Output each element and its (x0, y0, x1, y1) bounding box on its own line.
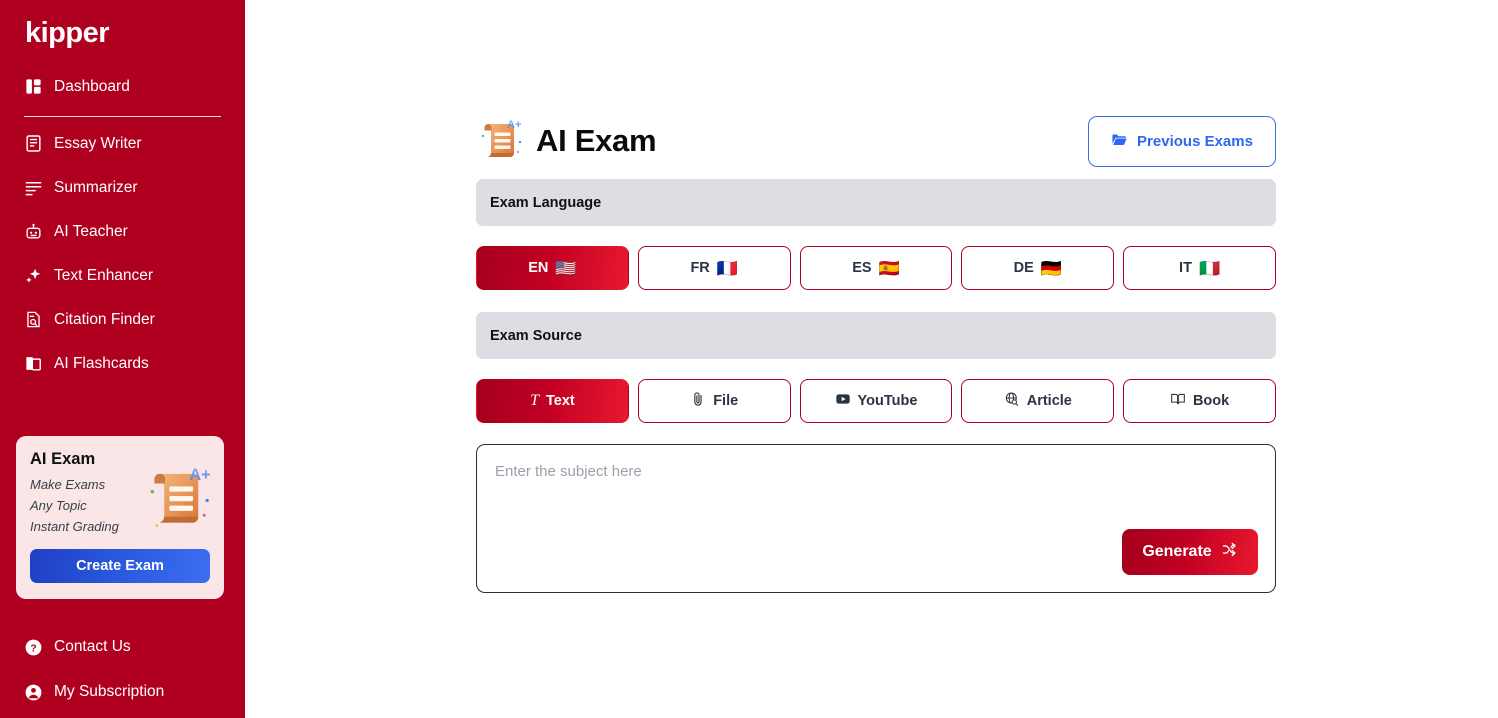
robot-icon (24, 222, 43, 241)
source-label: Book (1192, 393, 1230, 409)
sidebar-item-label: My Subscription (54, 683, 165, 700)
flag-de-icon: 🇩🇪 (1040, 258, 1062, 278)
promo-card-ai-exam[interactable]: AI Exam Make Exams Any Topic Instant Gra… (16, 436, 224, 600)
book-open-icon (1170, 391, 1186, 411)
sidebar-item-ai-flashcards[interactable]: AI Flashcards (24, 349, 221, 379)
sidebar-item-my-subscription[interactable]: My Subscription (24, 677, 224, 707)
brand-logo[interactable]: kipper (24, 0, 221, 50)
sidebar-item-label: AI Flashcards (54, 354, 149, 372)
source-option-text[interactable]: T Text (476, 379, 629, 423)
sidebar-item-label: AI Teacher (54, 222, 128, 240)
source-label: YouTube (857, 393, 918, 409)
language-option-es[interactable]: ES 🇪🇸 (799, 246, 953, 290)
source-option-article[interactable]: Article (961, 379, 1115, 423)
sidebar-item-label: Essay Writer (54, 134, 142, 152)
create-exam-button[interactable]: Create Exam (30, 549, 210, 584)
layout-dashboard-icon (24, 77, 43, 96)
document-text-icon (24, 134, 43, 153)
globe-search-icon (1004, 391, 1020, 411)
sidebar-item-citation-finder[interactable]: Citation Finder (24, 305, 221, 335)
youtube-icon (835, 391, 851, 411)
generate-label: Generate (1142, 543, 1212, 560)
shuffle-icon (1221, 541, 1238, 563)
svg-text:A+: A+ (507, 119, 521, 131)
language-option-de[interactable]: DE 🇩🇪 (961, 246, 1115, 290)
language-code: EN (528, 260, 549, 276)
source-label: Text (545, 393, 575, 409)
sidebar-item-text-enhancer[interactable]: Text Enhancer (24, 261, 221, 291)
sidebar-item-label: Text Enhancer (54, 266, 154, 284)
generate-button[interactable]: Generate (1122, 529, 1258, 575)
sidebar-item-summarizer[interactable]: Summarizer (24, 173, 221, 203)
main-content: A+ AI Exam Previous Exams Exam Language (245, 0, 1498, 718)
question-circle-icon: ? (24, 638, 43, 657)
document-search-icon (24, 310, 43, 329)
exam-source-options: T Text File YouTube Article Book (476, 379, 1276, 423)
sidebar-item-ai-teacher[interactable]: AI Teacher (24, 217, 221, 247)
sidebar-item-essay-writer[interactable]: Essay Writer (24, 129, 221, 159)
italic-t-icon: T (530, 392, 539, 409)
sidebar-item-label: Citation Finder (54, 310, 155, 328)
source-option-book[interactable]: Book (1123, 379, 1276, 423)
source-option-youtube[interactable]: YouTube (799, 379, 953, 423)
source-option-file[interactable]: File (637, 379, 791, 423)
svg-text:A+: A+ (189, 466, 210, 484)
exam-scroll-illustration: A+ (481, 119, 521, 157)
exam-language-options: EN 🇺🇸 FR 🇫🇷 ES 🇪🇸 DE 🇩🇪 IT 🇮� (476, 246, 1276, 290)
panel-header: A+ AI Exam Previous Exams (476, 112, 1276, 170)
flag-fr-icon: 🇫🇷 (716, 258, 738, 278)
sidebar-item-dashboard[interactable]: Dashboard (24, 72, 221, 102)
language-code: ES (852, 260, 872, 276)
language-code: FR (690, 260, 710, 276)
app-root: kipper Dashboard Essay Writer Summarizer (0, 0, 1498, 718)
ai-exam-panel: A+ AI Exam Previous Exams Exam Language (476, 112, 1276, 593)
lines-icon (24, 178, 43, 197)
folder-icon (1111, 131, 1128, 152)
language-option-en[interactable]: EN 🇺🇸 (476, 246, 629, 290)
sidebar-bottom-nav: ? Contact Us My Subscription (24, 632, 224, 718)
sidebar-nav-list: Essay Writer Summarizer AI Teacher Text … (24, 129, 221, 379)
subject-editor: Generate (476, 444, 1276, 593)
sidebar: kipper Dashboard Essay Writer Summarizer (0, 0, 245, 718)
user-circle-icon (24, 683, 43, 702)
sparkles-icon (24, 266, 43, 285)
sidebar-item-label: Contact Us (54, 638, 131, 655)
svg-text:?: ? (30, 643, 36, 654)
sidebar-divider (24, 115, 221, 117)
exam-source-section-header: Exam Source (476, 312, 1276, 359)
sidebar-item-label: Summarizer (54, 178, 138, 196)
sidebar-item-contact-us[interactable]: ? Contact Us (24, 632, 224, 662)
flag-es-icon: 🇪🇸 (878, 258, 900, 278)
language-code: DE (1013, 260, 1034, 276)
language-option-it[interactable]: IT 🇮🇹 (1123, 246, 1276, 290)
previous-exams-label: Previous Exams (1137, 132, 1253, 150)
paperclip-icon (690, 391, 706, 411)
sidebar-item-label: Dashboard (54, 77, 130, 95)
subject-input[interactable] (495, 463, 1257, 523)
previous-exams-button[interactable]: Previous Exams (1088, 115, 1276, 167)
flag-it-icon: 🇮🇹 (1198, 258, 1221, 278)
flag-us-icon: 🇺🇸 (555, 258, 577, 278)
language-option-fr[interactable]: FR 🇫🇷 (637, 246, 791, 290)
page-title: AI Exam (536, 123, 657, 158)
exam-language-section-header: Exam Language (476, 179, 1276, 226)
cards-icon (24, 354, 43, 373)
language-code: IT (1179, 260, 1192, 276)
source-label: Article (1026, 393, 1072, 409)
source-label: File (713, 393, 739, 409)
page-title-wrap: A+ AI Exam (476, 116, 657, 166)
exam-scroll-illustration: A+ (150, 466, 211, 527)
